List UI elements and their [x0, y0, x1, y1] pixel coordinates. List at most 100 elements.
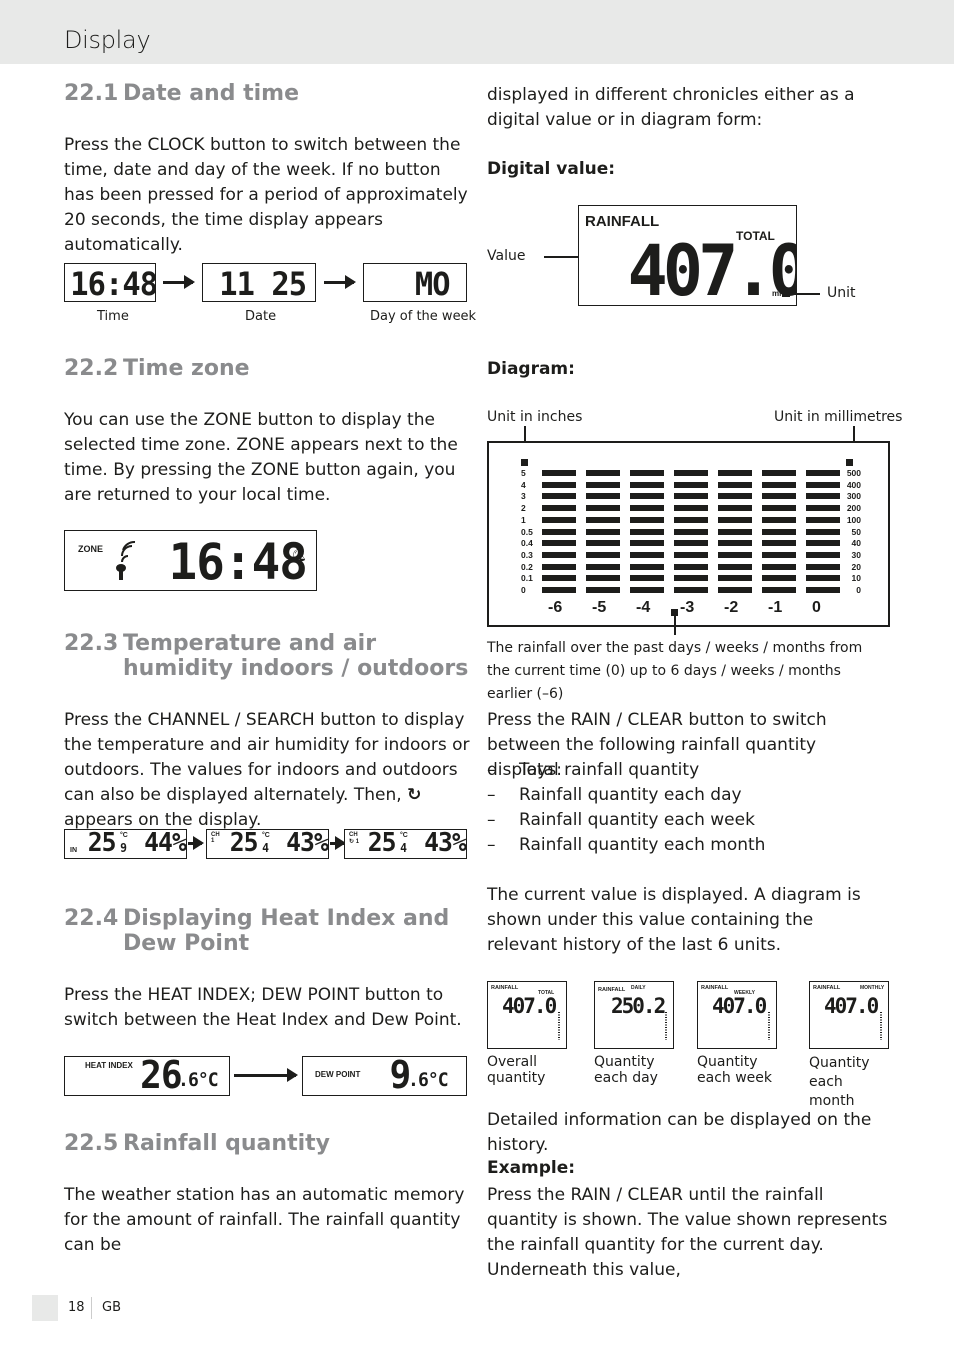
page-number: 18 [68, 1300, 85, 1315]
paragraph-date-time: Press the CLOCK button to switch between… [64, 135, 468, 255]
subheading-diagram: Diagram: [487, 359, 575, 379]
list-item: – Total rainfall quantity [487, 758, 887, 783]
bar-segment [542, 470, 576, 476]
callout-line [674, 615, 676, 635]
diagram-caption: The rainfall over the past days / weeks … [487, 640, 863, 702]
lcd-temp-alternate: CH ↻ 1 25 °C 4 43% [344, 829, 467, 859]
bar-segment [806, 575, 840, 582]
thumb-value: 250.2 [611, 994, 666, 1018]
bar-segment [762, 575, 796, 582]
y-tick-left: 0.2 [521, 561, 533, 572]
x-tick: -2 [724, 599, 739, 616]
section-heading-temperature: 22.3 Temperature and air humidity indoors… [64, 631, 468, 681]
bar-segment [674, 505, 708, 512]
y-tick-right: 0 [856, 585, 861, 595]
bar-segment [586, 551, 620, 558]
section-title-line1: Temperature and air [123, 631, 377, 656]
y-tick-left: 4 [521, 479, 526, 490]
bar-segment [630, 551, 664, 558]
list-item-text: Rainfall quantity each week [519, 810, 755, 830]
lcd-day: MO [363, 263, 467, 302]
bar-segment [630, 481, 664, 488]
bar-segment [542, 551, 576, 558]
rainfall-label: RAINFALL [585, 213, 660, 230]
paragraph-current-value: The current value is displayed. A diagra… [487, 885, 861, 955]
bar-segment [718, 481, 752, 488]
x-tick: -6 [548, 599, 563, 616]
paragraph-history: Detailed information can be displayed on… [487, 1110, 872, 1155]
bar-segment [630, 505, 664, 512]
bar-segment [674, 481, 708, 488]
bar-segment [630, 563, 664, 570]
bar-segment [718, 493, 752, 500]
radio-signal-icon [116, 541, 136, 580]
lcd-value: 11 25 [219, 265, 307, 302]
section-number: 22.4 [64, 906, 119, 931]
arrow-icon [324, 275, 356, 289]
bar-segment [806, 540, 840, 547]
y-tick-left: 0 [521, 585, 526, 595]
x-tick: -3 [680, 599, 695, 616]
temp-decimal: 4 [400, 841, 407, 855]
x-tick: -1 [768, 599, 783, 616]
section-title-line2: humidity indoors / outdoors [123, 656, 469, 681]
thumb-scale [558, 1012, 560, 1040]
y-tick-left: 0.5 [521, 526, 533, 537]
bar-segment [762, 470, 796, 476]
y-tick-left: 0.4 [521, 538, 533, 549]
y-tick-left: 1 [521, 514, 526, 525]
lcd-date: 11 25 [202, 263, 316, 302]
rainfall-diagram: 5 4 3 2 1 0.5 0.4 0.3 0.2 0.1 0 500 400 300 200 100 50 40… [487, 441, 890, 627]
bar-segment [674, 516, 708, 523]
x-tick: 0 [812, 599, 821, 616]
thumb-caption: Quantity each month [809, 1055, 870, 1109]
caption-day: Day of the week [370, 309, 477, 324]
callout-unit-label: Unit [827, 285, 856, 301]
y-tick-right: 500 [846, 468, 861, 478]
bar-segment [674, 563, 708, 570]
list-item-text: Rainfall quantity each month [519, 835, 766, 855]
thumb-value: 407.0 [712, 994, 767, 1018]
bar-segment [674, 540, 708, 547]
section-number: 22.5 [64, 1131, 119, 1156]
bar-segment [586, 563, 620, 570]
language-code: GB [102, 1300, 121, 1315]
y-tick-right: 30 [851, 549, 861, 560]
y-tick-left: 3 [521, 491, 526, 502]
temp-unit: °C [120, 832, 128, 839]
bar-segment [806, 493, 840, 500]
bar-segment [542, 540, 576, 547]
bar-segment [718, 528, 752, 535]
bar-segment [542, 481, 576, 488]
bar-segment [586, 587, 620, 593]
lcd-value: MO [414, 265, 451, 302]
section-number: 22.1 [64, 81, 119, 106]
callout-value-label: Value [487, 248, 526, 264]
heat-index-value: 26 [140, 1056, 183, 1096]
bar-segment [718, 551, 752, 558]
unit-marker [846, 459, 853, 466]
lcd-time: 16:48 [64, 263, 156, 302]
section-title-line1: Displaying Heat Index and [123, 906, 450, 931]
caption-time: Time [97, 309, 129, 324]
section-title: Rainfall quantity [123, 1131, 330, 1156]
bar-segment [806, 551, 840, 558]
bar-segment [630, 470, 664, 476]
temp-unit: °C [400, 832, 408, 839]
bar-segment [806, 563, 840, 570]
temp-decimal: 4 [262, 841, 269, 855]
bar-segment [630, 587, 664, 593]
temp-value: 25 [229, 829, 259, 858]
lcd-value: 16:48 [70, 265, 156, 302]
temp-decimal: 9 [120, 841, 127, 855]
paragraph-temperature: Press the CHANNEL / SEARCH button to dis… [64, 708, 472, 833]
channel-label: CH ↻ 1 [349, 832, 360, 845]
list-item: – Rainfall quantity each month [487, 833, 887, 858]
bar-segment [718, 540, 752, 547]
thumb-overall: RAINFALL TOTAL 407.0 [487, 981, 567, 1049]
bar-segment [762, 528, 796, 535]
thumb-value: 407.0 [824, 994, 879, 1018]
list-item: – Rainfall quantity each week [487, 808, 887, 833]
alarm-bell-icon: 🔔︎ [289, 547, 307, 563]
temp-value: 25 [367, 829, 397, 858]
